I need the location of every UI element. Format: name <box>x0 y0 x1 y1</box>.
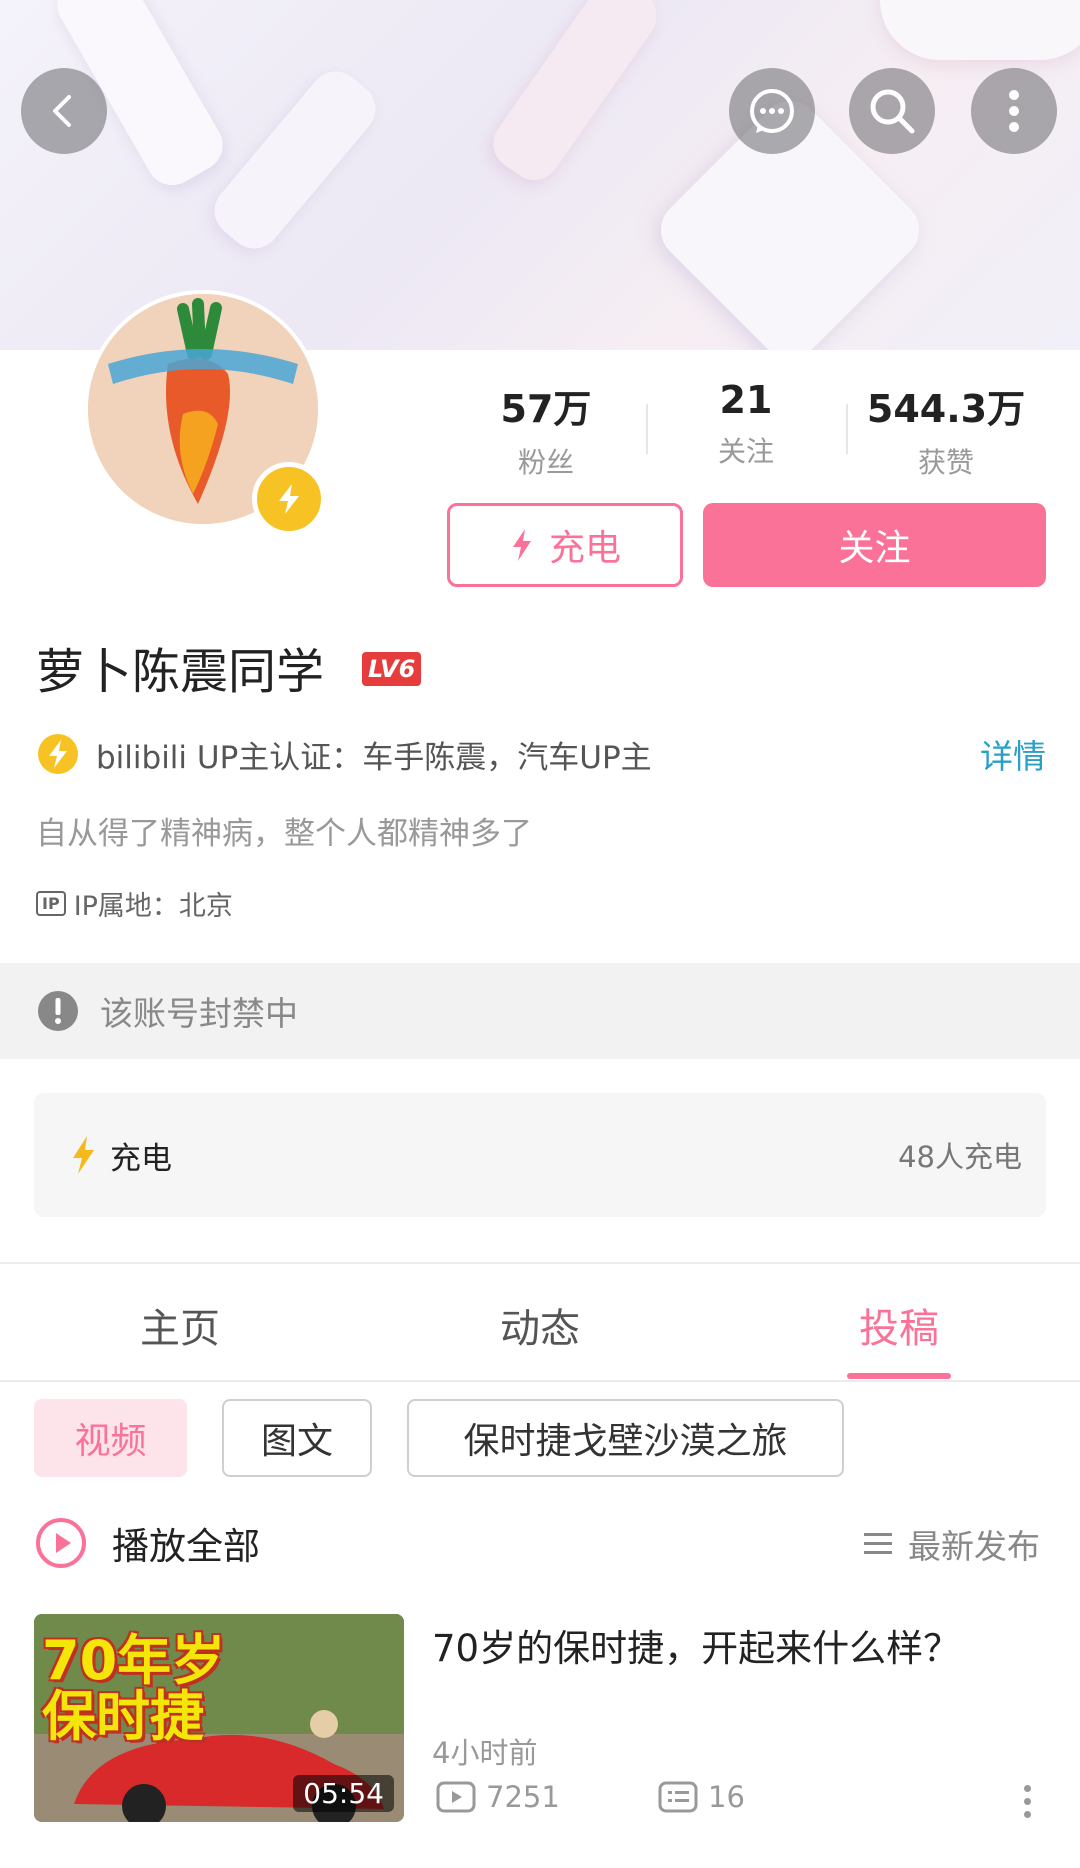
charge-card-label: 充电 <box>110 1140 172 1177</box>
ban-notice-text: 该账号封禁中 <box>100 994 298 1033</box>
play-all-button[interactable]: 播放全部 <box>34 1516 260 1570</box>
filter-video[interactable]: 视频 <box>34 1399 187 1477</box>
detail-link[interactable]: 详情 <box>980 730 1046 778</box>
stat-fans-label: 粉丝 <box>517 446 574 479</box>
play-circle-icon <box>36 1518 86 1568</box>
video-comments-count: 16 <box>708 1780 745 1814</box>
chat-bubble-icon <box>750 89 794 133</box>
certification-text: bilibili UP主认证：车手陈震，汽车UP主 <box>96 739 652 776</box>
video-plays-count: 7251 <box>486 1780 560 1814</box>
bio-text: 自从得了精神病，整个人都精神多了 <box>36 816 532 852</box>
ip-location: IP IP属地：北京 <box>36 884 233 923</box>
video-more-icon[interactable] <box>1024 1785 1034 1818</box>
play-count-icon <box>436 1781 476 1813</box>
charge-button[interactable]: 充电 <box>447 503 683 587</box>
follow-button[interactable]: 关注 <box>703 503 1046 587</box>
lightning-icon <box>512 529 531 561</box>
tab-home[interactable]: 主页 <box>80 1296 280 1354</box>
stat-following-value: 21 <box>719 378 773 422</box>
charge-card[interactable]: 充电 48人充电 <box>34 1093 1046 1217</box>
stat-likes-value: 544.3万 <box>866 387 1026 431</box>
video-title[interactable]: 70岁的保时捷，开起来什么样？ <box>432 1618 960 1672</box>
chevron-left-icon <box>53 95 71 127</box>
stat-following-label: 关注 <box>717 435 774 468</box>
ip-icon: IP <box>36 891 66 916</box>
level-badge[interactable]: LV6 <box>362 652 422 686</box>
back-button[interactable] <box>21 68 107 154</box>
stat-fans[interactable]: 57万 粉丝 <box>446 378 646 481</box>
comment-count-icon <box>658 1781 698 1813</box>
video-thumbnail[interactable]: 70年岁 保时捷 05:54 <box>34 1614 404 1822</box>
tab-posts[interactable]: 投稿 <box>799 1296 999 1354</box>
ip-location-text: IP属地：北京 <box>73 891 233 922</box>
lightning-icon <box>73 1136 94 1174</box>
sort-label: 最新发布 <box>908 1527 1040 1566</box>
follow-button-label: 关注 <box>838 528 911 569</box>
charge-count: 48人充电 <box>898 1140 1022 1174</box>
video-plays: 7251 <box>436 1780 560 1814</box>
stat-likes[interactable]: 544.3万 获赞 <box>846 378 1046 481</box>
filter-article[interactable]: 图文 <box>222 1399 372 1477</box>
thumbnail-text-line2: 保时捷 <box>42 1685 204 1748</box>
video-duration: 05:54 <box>293 1775 394 1812</box>
username: 萝卜陈震同学 <box>36 644 325 700</box>
certification-row: bilibili UP主认证：车手陈震，汽车UP主 详情 <box>36 730 1046 778</box>
sort-button[interactable]: 最新发布 <box>862 1520 1040 1568</box>
play-all-label: 播放全部 <box>112 1525 260 1568</box>
video-time: 4小时前 <box>432 1736 538 1770</box>
divider <box>0 1380 1080 1382</box>
stat-likes-label: 获赞 <box>917 446 974 479</box>
warning-icon <box>38 991 78 1031</box>
message-button[interactable] <box>729 68 815 154</box>
charge-button-label: 充电 <box>548 528 621 569</box>
stat-following[interactable]: 21 关注 <box>646 378 846 470</box>
search-icon <box>870 89 915 134</box>
more-button[interactable] <box>971 68 1057 154</box>
tab-active-indicator <box>847 1373 951 1379</box>
video-comments: 16 <box>658 1780 745 1814</box>
more-vertical-icon <box>1009 90 1019 132</box>
tab-dynamic[interactable]: 动态 <box>440 1296 640 1354</box>
search-button[interactable] <box>849 68 935 154</box>
divider <box>0 1262 1080 1264</box>
stat-fans-value: 57万 <box>500 387 592 431</box>
up-verified-icon <box>38 734 78 774</box>
up-verified-badge-icon <box>252 462 326 536</box>
ban-notice-bar: 该账号封禁中 <box>0 963 1080 1059</box>
list-icon <box>864 1533 892 1554</box>
filter-collection[interactable]: 保时捷戈壁沙漠之旅 <box>407 1399 844 1477</box>
